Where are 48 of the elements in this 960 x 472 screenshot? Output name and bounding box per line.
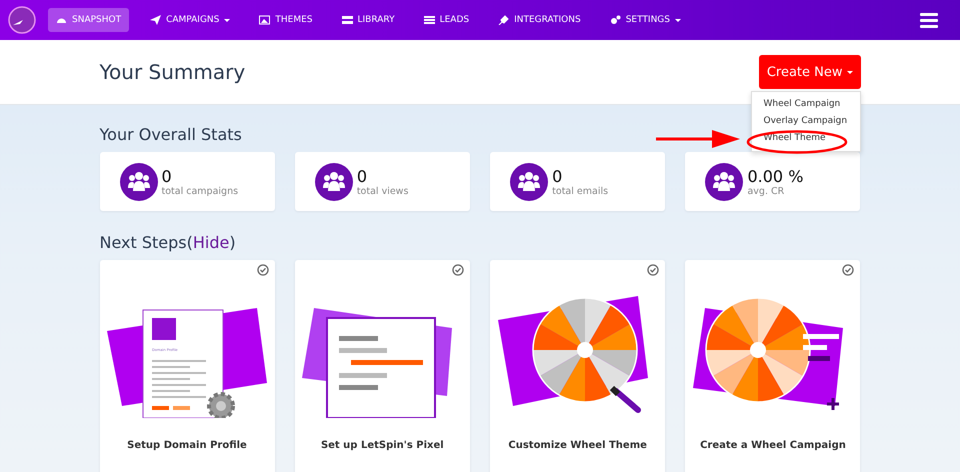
list-icon	[424, 15, 435, 25]
stat-value: 0.00 %	[747, 166, 804, 186]
paren-text: (	[186, 233, 193, 252]
plug-icon	[498, 15, 510, 25]
nav-tab[interactable]: SETTINGS	[602, 8, 689, 32]
nav-tab[interactable]: CAMPAIGNS	[142, 8, 238, 32]
nav-tab[interactable]: INTEGRATIONS	[490, 8, 589, 32]
create-new-button[interactable]: Create New	[758, 55, 860, 89]
hide-link[interactable]: Hide	[192, 233, 230, 252]
paper-plane-icon	[150, 15, 162, 25]
step-title: Create a Wheel Campaign	[700, 440, 846, 451]
check-circle-icon	[256, 264, 268, 276]
nav-tab[interactable]: LIBRARY	[334, 8, 403, 32]
nav-tab[interactable]: SNAPSHOT	[48, 8, 130, 32]
check-circle-icon	[842, 264, 854, 276]
nav-tab[interactable]: LEADS	[416, 8, 478, 32]
users-icon	[510, 162, 548, 200]
step-card[interactable]: Set up LetSpin's Pixel	[294, 260, 470, 472]
users-icon	[120, 162, 158, 200]
image-icon	[259, 15, 270, 25]
logo-icon[interactable]	[8, 6, 36, 34]
step-title: Setup Domain Profile	[127, 440, 247, 451]
step-title: Set up LetSpin's Pixel	[320, 440, 444, 451]
menu-icon[interactable]	[920, 12, 938, 28]
stat-value: 0	[162, 166, 173, 186]
section-title: Your Overall Stats	[100, 125, 242, 144]
page-title: Your Summary	[100, 60, 246, 84]
step-title: Customize Wheel Theme	[508, 440, 647, 451]
menu-item[interactable]: Overlay Campaign	[752, 113, 860, 130]
step-card[interactable]: Customize Wheel Theme	[490, 260, 666, 472]
stat-value: 0	[552, 166, 564, 186]
users-icon	[314, 162, 353, 200]
stat-value: 0	[356, 166, 368, 186]
users-icon	[705, 162, 744, 200]
stat-label: avg. CR	[747, 186, 786, 196]
step-card[interactable]: Create a Wheel Campaign	[685, 260, 860, 472]
nav-tab[interactable]: THEMES	[251, 8, 321, 32]
gears-icon	[610, 15, 621, 25]
check-circle-icon	[647, 264, 660, 276]
caret-icon	[846, 70, 852, 74]
paren-text: )	[229, 233, 236, 252]
check-circle-icon	[452, 264, 464, 276]
section-title: Next Steps	[100, 233, 187, 252]
menu-item[interactable]: Wheel Campaign	[752, 96, 860, 113]
stat-label: total emails	[552, 186, 608, 196]
stat-label: total campaigns	[162, 186, 238, 196]
stat-label: total views	[356, 186, 408, 196]
library-icon	[342, 15, 353, 25]
